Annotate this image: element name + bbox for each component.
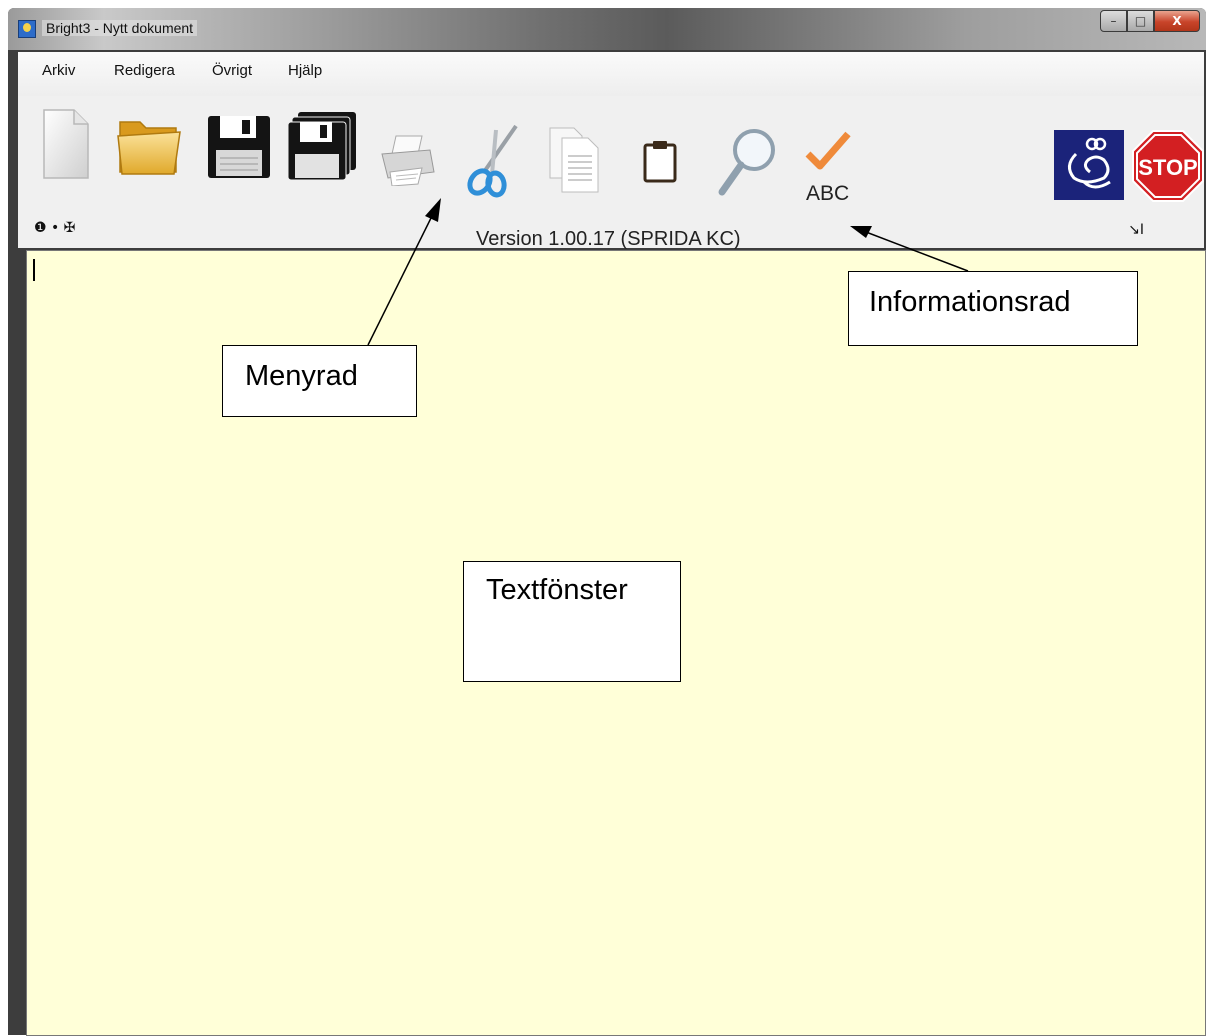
stop-button[interactable]: STOP [1132,130,1204,206]
cut-button[interactable] [462,122,526,202]
menu-ovrigt[interactable]: Övrigt [212,62,252,79]
save-button[interactable] [206,114,272,184]
menu-bar: Arkiv Redigera Övrigt Hjälp [18,52,1204,96]
save-floppy-icon [208,116,270,178]
stop-icon: STOP [1132,130,1204,202]
status-indicators: ❶ • ✠ [34,220,76,236]
window-controls: – □ X [1100,10,1200,32]
speech-button[interactable] [1054,130,1124,204]
copy-button[interactable] [546,124,602,198]
stop-label: STOP [1138,155,1198,180]
menu-arkiv[interactable]: Arkiv [42,62,75,79]
cut-scissors-icon [467,124,518,198]
menu-hjalp[interactable]: Hjälp [288,62,322,79]
checkmark-icon [805,131,851,170]
new-document-button[interactable] [36,106,94,186]
callout-informationsrad: Informationsrad [848,271,1138,346]
search-magnifier-icon [718,129,775,196]
paste-button[interactable] [640,140,680,188]
close-button[interactable]: X [1154,10,1200,32]
callout-menyrad: Menyrad [222,345,417,417]
spellcheck-label: ABC [806,182,850,205]
new-document-icon [43,109,89,179]
menu-redigera[interactable]: Redigera [114,62,175,79]
window-title: Bright3 - Nytt dokument [42,20,198,36]
app-icon [18,20,36,38]
title-bar[interactable]: Bright3 - Nytt dokument – □ X [8,8,1206,50]
save-all-button[interactable] [286,110,360,186]
version-info: Version 1.00.17 (SPRIDA KC) [476,228,741,250]
print-button[interactable] [378,132,436,190]
speech-icon [1054,130,1124,200]
callout-informationsrad-label: Informationsrad [869,286,1071,318]
open-button[interactable] [114,110,186,184]
paste-clipboard-icon [643,141,677,183]
callout-menyrad-label: Menyrad [245,360,358,392]
callout-textfonster-label: Textfönster [486,574,628,606]
cursor-mode-icon: ↘I [1128,222,1144,238]
save-all-icon [287,112,356,181]
callout-textfonster: Textfönster [463,561,681,682]
toolbar: ABC STOP ❶ • ✠ Version 1.00.17 (SPRIDA K… [18,96,1204,250]
text-caret [33,259,35,281]
search-button[interactable] [714,126,780,202]
spellcheck-button[interactable]: ABC [800,130,860,210]
open-folder-icon [117,121,181,175]
print-icon [381,135,435,187]
app-window: Bright3 - Nytt dokument – □ X Arkiv Redi… [8,8,1206,1036]
minimize-button[interactable]: – [1100,10,1127,32]
copy-icon [549,127,599,193]
maximize-button[interactable]: □ [1127,10,1154,32]
